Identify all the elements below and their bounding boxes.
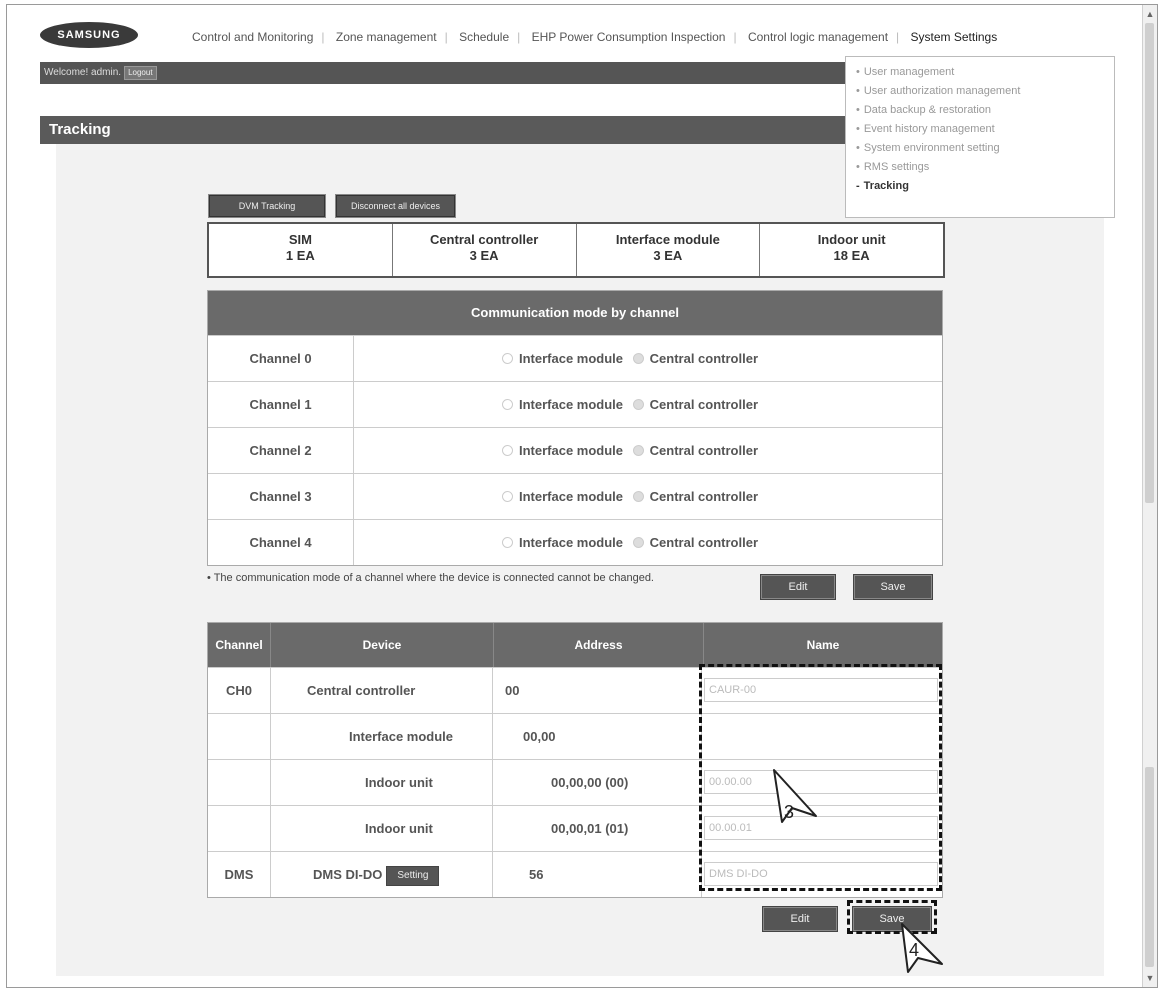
channel-row: Channel 2 Interface module Central contr…	[208, 427, 942, 473]
header-name: Name	[806, 638, 840, 652]
menu-item-event-history[interactable]: • Event history management	[856, 120, 1114, 139]
cell-channel	[208, 806, 271, 851]
radio-central-controller[interactable]	[632, 353, 644, 364]
nav-separator: |	[321, 30, 325, 44]
channel-row: Channel 0 Interface module Central contr…	[208, 335, 942, 381]
system-settings-dropdown: • User management • User authorization man…	[845, 56, 1115, 218]
menu-item-tracking[interactable]: - Tracking	[856, 177, 1114, 196]
radio-interface-module[interactable]	[502, 491, 513, 502]
channel-row: Channel 1 Interface module Central contr…	[208, 381, 942, 427]
menu-item-data-backup[interactable]: • Data backup & restoration	[856, 101, 1114, 120]
menu-item-user-management[interactable]: • User management	[856, 63, 1114, 82]
cell-device: Central controller	[271, 668, 493, 713]
channel-row: Channel 4 Interface module Central contr…	[208, 519, 942, 565]
nav-separator: |	[444, 30, 448, 44]
radio-interface-module[interactable]	[502, 445, 513, 456]
cell-channel	[208, 760, 271, 805]
samsung-logo: SAMSUNG	[40, 22, 138, 48]
cell-address: 00,00,00 (00)	[493, 760, 702, 805]
disconnect-all-button[interactable]: Disconnect all devices	[335, 194, 456, 218]
nav-zone-management[interactable]: Zone management	[336, 30, 437, 44]
scroll-up-icon[interactable]: ▲	[1143, 7, 1157, 21]
nav-system-settings[interactable]: System Settings	[911, 30, 998, 44]
nav-separator: |	[896, 30, 900, 44]
cell-address: 00	[493, 668, 702, 713]
count-interface-module: Interface module 3 EA	[577, 224, 761, 276]
cell-address: 56	[493, 852, 702, 897]
page-title: Tracking	[49, 121, 111, 138]
scroll-down-icon[interactable]: ▼	[1143, 971, 1157, 985]
edit-comm-mode-button[interactable]: Edit	[760, 574, 836, 600]
comm-mode-title: Communication mode by channel	[208, 291, 942, 335]
radio-interface-module[interactable]	[502, 399, 513, 410]
device-table-header: Channel Device Address Name	[208, 623, 942, 667]
logout-button[interactable]: Logout	[124, 66, 157, 80]
device-count-summary: SIM 1 EA Central controller 3 EA Interface…	[207, 222, 945, 278]
header-address: Address	[494, 623, 704, 667]
radio-central-controller[interactable]	[632, 445, 644, 456]
pointer-cursor-icon	[773, 769, 817, 823]
cell-address: 00,00,01 (01)	[493, 806, 702, 851]
step-4-callout: 4	[909, 940, 920, 960]
nav-schedule[interactable]: Schedule	[459, 30, 509, 44]
radio-interface-module[interactable]	[502, 353, 513, 364]
nav-control-logic[interactable]: Control logic management	[748, 30, 888, 44]
pointer-cursor-icon	[901, 923, 943, 973]
menu-item-rms-settings[interactable]: • RMS settings	[856, 158, 1114, 177]
count-indoor-unit: Indoor unit 18 EA	[817, 232, 886, 263]
comm-mode-note: • The communication mode of a channel wh…	[207, 572, 654, 584]
channel-label: Channel 0	[208, 336, 354, 381]
edit-device-button[interactable]: Edit	[762, 906, 838, 932]
scrollbar-track-segment	[1145, 767, 1154, 967]
comm-mode-table: Communication mode by channel Channel 0 …	[207, 290, 943, 566]
vertical-scrollbar[interactable]: ▲ ▼	[1142, 5, 1157, 987]
step-3-callout: 3	[784, 802, 795, 822]
cell-channel: CH0	[208, 668, 271, 713]
count-central-controller: Central controller 3 EA	[393, 224, 577, 276]
channel-label: Channel 2	[208, 428, 354, 473]
nav-ehp-power[interactable]: EHP Power Consumption Inspection	[532, 30, 726, 44]
count-sim: SIM 1 EA	[209, 224, 393, 276]
radio-central-controller[interactable]	[632, 491, 644, 502]
cell-device: Indoor unit	[271, 806, 493, 851]
save-comm-mode-button[interactable]: Save	[853, 574, 933, 600]
channel-label: Channel 1	[208, 382, 354, 427]
cell-channel	[208, 714, 271, 759]
radio-central-controller[interactable]	[632, 537, 644, 548]
cell-device: Indoor unit	[271, 760, 493, 805]
cell-channel: DMS	[208, 852, 271, 897]
setting-button[interactable]: Setting	[386, 865, 440, 886]
cell-address: 00,00	[493, 714, 702, 759]
channel-label: Channel 4	[208, 520, 354, 565]
cell-device: Interface module	[271, 714, 493, 759]
cell-device: DMS DI-DO Setting	[271, 852, 493, 897]
menu-item-system-environment[interactable]: • System environment setting	[856, 139, 1114, 158]
nav-control-monitoring[interactable]: Control and Monitoring	[192, 30, 313, 44]
top-navigation: Control and Monitoring | Zone management |…	[192, 30, 997, 44]
radio-central-controller[interactable]	[632, 399, 644, 410]
dvm-tracking-button[interactable]: DVM Tracking	[208, 194, 326, 218]
nav-separator: |	[733, 30, 737, 44]
welcome-text: Welcome! admin.	[44, 67, 122, 78]
channel-label: Channel 3	[208, 474, 354, 519]
header-device: Device	[271, 623, 494, 667]
nav-separator: |	[517, 30, 521, 44]
header-channel: Channel	[208, 623, 271, 667]
scrollbar-thumb[interactable]	[1145, 23, 1154, 503]
radio-interface-module[interactable]	[502, 537, 513, 548]
menu-item-user-authorization[interactable]: • User authorization management	[856, 82, 1114, 101]
channel-row: Channel 3 Interface module Central contr…	[208, 473, 942, 519]
